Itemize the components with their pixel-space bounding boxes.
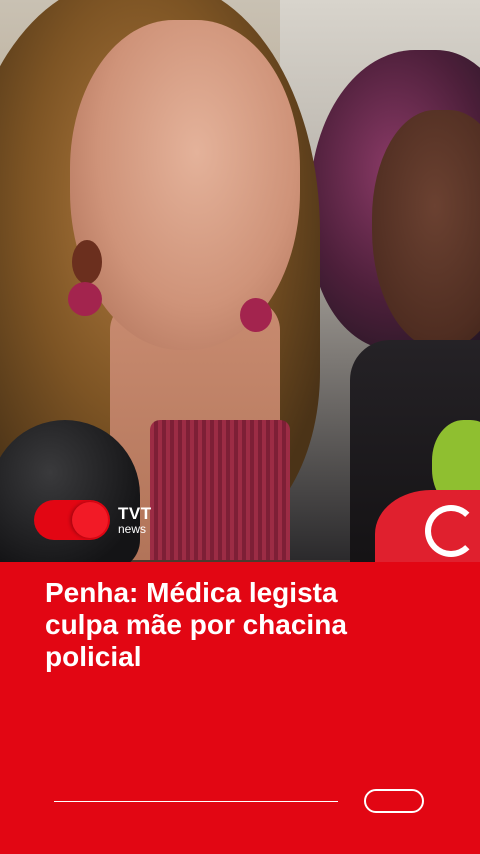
microphone-logo-icon: [425, 505, 477, 557]
earring-bead-left: [68, 282, 102, 316]
headline: Penha: Médica legista culpa mãe por chac…: [45, 577, 347, 672]
toggle-logo-icon: [34, 500, 110, 540]
logo-sub: news: [118, 522, 147, 536]
news-photo: [0, 0, 480, 562]
logo-brand: TVT: [118, 504, 152, 523]
more-button[interactable]: [364, 789, 424, 813]
earring-bead-right: [240, 298, 272, 332]
necklace: [150, 420, 290, 560]
logo-wordmark: TVT news: [118, 505, 152, 535]
toggle-knob: [72, 502, 108, 538]
earring-top: [72, 240, 102, 284]
story-frame: TVT news Penha: Médica legista culpa mãe…: [0, 0, 480, 854]
tvt-news-logo: TVT news: [34, 500, 152, 540]
divider-line: [54, 801, 338, 802]
